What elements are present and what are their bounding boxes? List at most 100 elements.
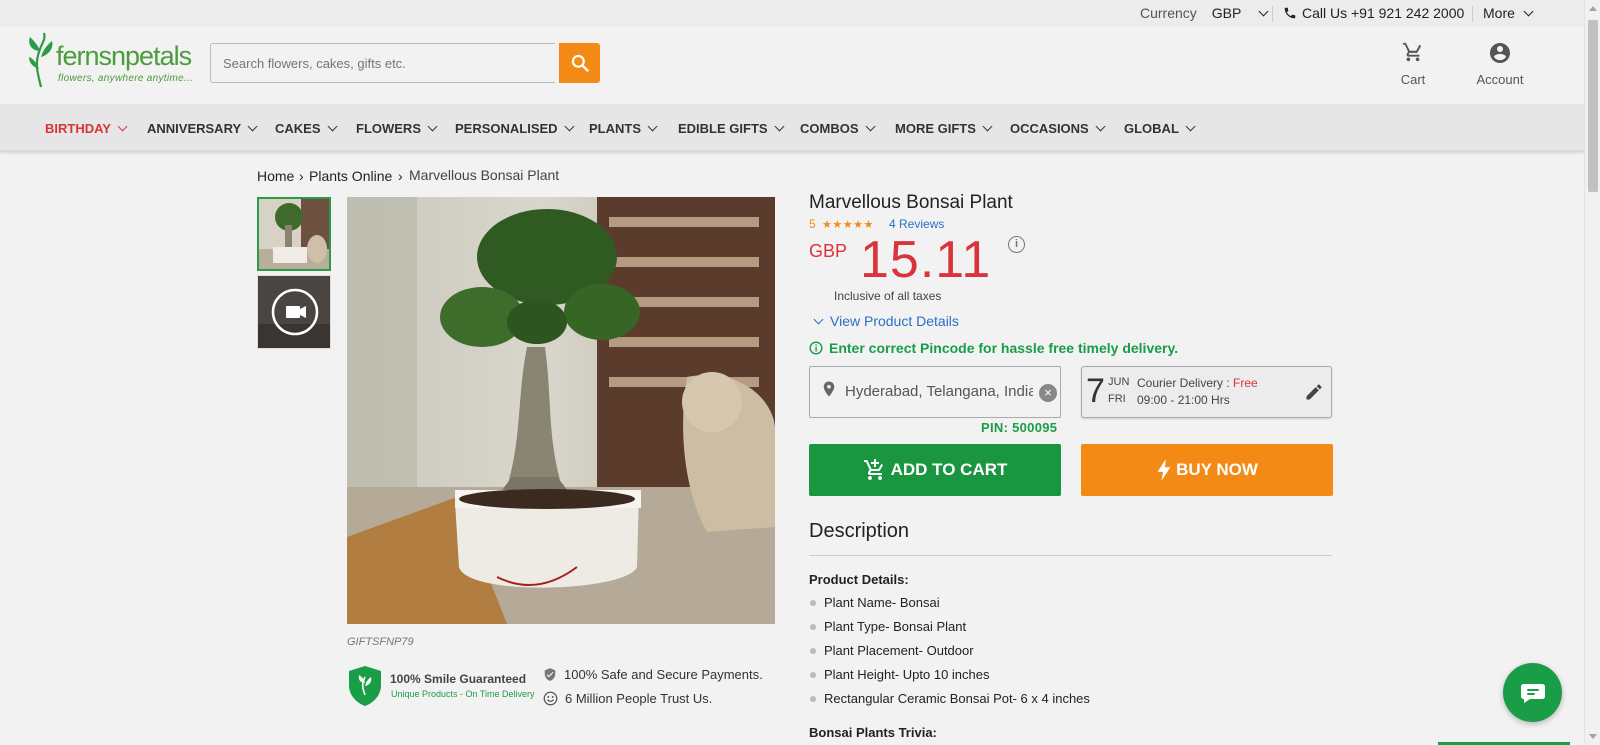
bonsai-thumbnail-image: [259, 199, 329, 269]
clear-location-icon[interactable]: ×: [1039, 384, 1057, 402]
price-currency: GBP: [809, 241, 848, 261]
chevron-down-icon: [647, 121, 658, 132]
nav-item-combos[interactable]: COMBOS: [800, 121, 875, 136]
nav-item-edible-gifts[interactable]: EDIBLE GIFTS: [678, 121, 785, 136]
scrollbar-thumb[interactable]: [1588, 20, 1598, 192]
chevron-down-icon: [982, 121, 993, 132]
chevron-down-icon: [865, 121, 875, 132]
chat-button[interactable]: [1503, 663, 1562, 722]
breadcrumb-plants[interactable]: Plants Online: [309, 168, 392, 184]
chevron-down-icon: [117, 121, 128, 132]
secure-payments: 100% Safe and Secure Payments.: [543, 667, 763, 682]
call-us-label: Call Us +91 921 242 2000: [1302, 5, 1465, 21]
breadcrumb-current: Marvellous Bonsai Plant: [409, 167, 560, 183]
nav-item-label: ANNIVERSARY: [147, 121, 242, 136]
nav-item-label: FLOWERS: [356, 121, 421, 136]
chevron-down-icon: [327, 121, 337, 132]
nav-item-cakes[interactable]: CAKES: [275, 121, 337, 136]
pincode-value: PIN: 500095: [981, 420, 1058, 435]
account-label: Account: [1476, 72, 1524, 87]
nav-item-label: MORE GIFTS: [895, 121, 976, 136]
delivery-type: Courier Delivery : Free: [1137, 376, 1258, 390]
shield-logo-icon: [349, 666, 381, 706]
nav-item-label: EDIBLE GIFTS: [678, 121, 768, 136]
bullet: [810, 647, 816, 654]
currency-selector[interactable]: Currency GBP: [1140, 5, 1269, 21]
nav-item-label: PERSONALISED: [455, 121, 558, 136]
edit-pencil-icon[interactable]: [1304, 382, 1324, 402]
product-image[interactable]: [347, 197, 775, 624]
add-to-cart-icon: [863, 459, 883, 480]
lightning-icon: [1157, 459, 1171, 481]
product-details-heading: Product Details:: [809, 572, 909, 587]
nav-item-label: PLANTS: [589, 121, 641, 136]
list-item-text: Plant Name- Bonsai: [824, 595, 940, 610]
scroll-up-icon[interactable]: [1589, 6, 1597, 11]
video-thumbnail[interactable]: [257, 275, 331, 349]
nav-item-label: COMBOS: [800, 121, 859, 136]
buy-now-button[interactable]: BUY NOW: [1081, 444, 1333, 496]
breadcrumb-separator: ›: [398, 168, 403, 184]
trivia-heading: Bonsai Plants Trivia:: [809, 725, 937, 740]
taxes-note: Inclusive of all taxes: [834, 289, 942, 303]
chevron-down-icon: [1258, 6, 1269, 16]
buy-now-label: BUY NOW: [1176, 460, 1258, 479]
scroll-down-icon[interactable]: [1589, 734, 1597, 739]
million-trust-label: 6 Million People Trust Us.: [565, 691, 713, 706]
list-item-text: Plant Height- Upto 10 inches: [824, 667, 990, 682]
breadcrumb-home[interactable]: Home: [257, 168, 294, 184]
search-input[interactable]: [210, 43, 555, 83]
chevron-down-icon: [813, 314, 824, 324]
search-button[interactable]: [559, 43, 600, 83]
phone-icon: [1284, 7, 1296, 19]
nav-item-flowers[interactable]: FLOWERS: [356, 121, 438, 136]
account-link[interactable]: Account: [1476, 41, 1524, 87]
nav-item-label: OCCASIONS: [1010, 121, 1089, 136]
product-title: Marvellous Bonsai Plant: [809, 192, 1013, 213]
nav-item-birthday[interactable]: BIRTHDAY: [45, 121, 128, 136]
nav-item-more-gifts[interactable]: MORE GIFTS: [895, 121, 993, 136]
location-input[interactable]: Hyderabad, Telangana, India ×: [809, 366, 1061, 418]
logo-tagline: flowers, anywhere anytime...: [58, 73, 194, 84]
call-us-link[interactable]: Call Us +91 921 242 2000: [1283, 5, 1464, 21]
thumbnail-image[interactable]: [257, 197, 331, 271]
pincode-message: Enter correct Pincode for hassle free ti…: [809, 340, 1178, 356]
location-value: Hyderabad, Telangana, India: [845, 383, 1033, 400]
chevron-down-icon: [1185, 121, 1196, 132]
account-icon: [1490, 43, 1510, 63]
nav-item-anniversary[interactable]: ANNIVERSARY: [147, 121, 258, 136]
nav-item-occasions[interactable]: OCCASIONS: [1010, 121, 1106, 136]
currency-value: GBP: [1211, 5, 1242, 21]
bullet: [810, 671, 816, 678]
nav-item-global[interactable]: GLOBAL: [1124, 121, 1196, 136]
info-circle-icon: [809, 341, 823, 355]
view-product-details-link[interactable]: View Product Details: [813, 313, 959, 329]
smile-title: 100% Smile Guaranteed: [390, 672, 527, 686]
nav-item-plants[interactable]: PLANTS: [589, 121, 658, 136]
nav-item-label: CAKES: [275, 121, 321, 136]
nav-item-label: GLOBAL: [1124, 121, 1179, 136]
info-icon[interactable]: i: [1008, 236, 1025, 253]
smile-guarantee-badge: 100% Smile Guaranteed Unique Products - …: [347, 665, 537, 707]
logo[interactable]: fernsnpetals flowers, anywhere anytime..…: [24, 29, 194, 89]
video-thumbnail-image: [258, 276, 330, 348]
list-item-text: Plant Placement- Outdoor: [824, 643, 974, 658]
smiley-icon: [543, 691, 558, 706]
nav-item-personalised[interactable]: PERSONALISED: [455, 121, 575, 136]
page-scrollbar[interactable]: [1584, 0, 1600, 745]
list-item: Plant Height- Upto 10 inches: [810, 667, 989, 682]
delivery-date-box[interactable]: 7 JUN FRI Courier Delivery : Free 09:00 …: [1081, 366, 1332, 418]
reviews-link[interactable]: 4 Reviews: [889, 217, 944, 231]
cart-link[interactable]: Cart: [1398, 41, 1428, 87]
list-item-text: Plant Type- Bonsai Plant: [824, 619, 967, 634]
more-menu[interactable]: More: [1483, 5, 1534, 21]
chevron-down-icon: [774, 121, 785, 132]
list-item-text: Rectangular Ceramic Bonsai Pot- 6 x 4 in…: [824, 691, 1090, 706]
list-item: Plant Type- Bonsai Plant: [810, 619, 966, 634]
delivery-day: 7: [1086, 372, 1105, 410]
top-bar: Currency GBP Call Us +91 921 242 2000 Mo…: [0, 0, 1584, 27]
site-header: fernsnpetals flowers, anywhere anytime..…: [0, 27, 1584, 104]
bonsai-plant-image: [347, 197, 775, 624]
add-to-cart-button[interactable]: ADD TO CART: [809, 444, 1061, 496]
list-item: Plant Placement- Outdoor: [810, 643, 974, 658]
